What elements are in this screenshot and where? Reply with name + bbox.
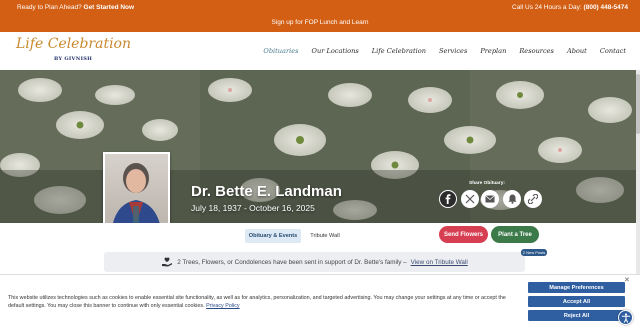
- plan-ahead-text: Ready to Plan Ahead?: [17, 4, 82, 11]
- page-scrollbar[interactable]: [636, 70, 640, 274]
- cookie-notice: This website utilizes technologies such …: [8, 295, 520, 311]
- plant-tree-button[interactable]: Plant a Tree: [491, 226, 539, 243]
- privacy-policy-link[interactable]: Privacy Policy: [206, 303, 240, 309]
- nav-resources[interactable]: Resources: [519, 47, 554, 55]
- new-posts-badge: 2 New Posts: [521, 249, 547, 256]
- send-flowers-button[interactable]: Send Flowers: [439, 226, 488, 243]
- nav-contact[interactable]: Contact: [600, 47, 626, 55]
- dogwood-flowers-image: [0, 70, 640, 223]
- accept-all-button[interactable]: Accept All: [528, 296, 625, 307]
- life-dates: July 18, 1937 - October 16, 2025: [191, 203, 315, 213]
- cookie-text: This website utilizes technologies such …: [8, 295, 506, 309]
- view-tribute-wall-link[interactable]: View on Tribute Wall: [411, 259, 468, 266]
- facebook-icon: [440, 191, 456, 207]
- link-icon: [528, 194, 538, 204]
- hero-background: [0, 70, 640, 223]
- obituary-subnav: Obituary & Events Tribute Wall Send Flow…: [0, 223, 640, 248]
- accessibility-icon: [621, 312, 630, 323]
- top-bar: Ready to Plan Ahead? Get Started Now Cal…: [0, 0, 640, 32]
- email-icon: [485, 195, 495, 203]
- share-label: Share Obituary:: [469, 181, 505, 186]
- nav-preplan[interactable]: Preplan: [480, 47, 506, 55]
- signup-link[interactable]: Sign up for FOP Lunch and Learn: [0, 19, 640, 26]
- email-share-button[interactable]: [481, 190, 499, 208]
- date-separator: -: [243, 203, 247, 213]
- phone-link[interactable]: (800) 448-5474: [584, 4, 628, 11]
- hand-heart-icon: [162, 257, 173, 267]
- link-share-button[interactable]: [524, 190, 542, 208]
- manage-preferences-button[interactable]: Manage Preferences: [528, 282, 625, 293]
- death-date: October 16, 2025: [249, 203, 315, 213]
- main-nav: Obituaries Our Locations Life Celebratio…: [263, 47, 626, 55]
- nav-about[interactable]: About: [567, 47, 587, 55]
- tribute-banner: 2 Trees, Flowers, or Condolences have be…: [104, 252, 525, 272]
- nav-life-celebration[interactable]: Life Celebration: [372, 47, 426, 55]
- nav-obituaries[interactable]: Obituaries: [263, 47, 298, 55]
- scrollbar-thumb[interactable]: [636, 74, 640, 134]
- nav-our-locations[interactable]: Our Locations: [312, 47, 359, 55]
- accessibility-button[interactable]: [618, 310, 633, 325]
- x-icon: [465, 194, 475, 204]
- call-us-text: Call Us 24 Hours a Day:: [512, 4, 582, 11]
- reject-all-button[interactable]: Reject All: [528, 310, 625, 321]
- x-share-button[interactable]: [461, 190, 479, 208]
- plan-ahead: Ready to Plan Ahead? Get Started Now: [17, 4, 134, 11]
- facebook-share-button[interactable]: [439, 190, 457, 208]
- logo-byline: BY GIVNISH: [54, 56, 93, 62]
- nav-services[interactable]: Services: [439, 47, 467, 55]
- birth-date: July 18, 1937: [191, 203, 242, 213]
- tribute-banner-text: 2 Trees, Flowers, or Condolences have be…: [177, 258, 407, 266]
- get-started-link[interactable]: Get Started Now: [84, 4, 135, 11]
- site-logo[interactable]: Life Celebration BY GIVNISH: [16, 35, 131, 65]
- bell-icon: [508, 194, 516, 204]
- notify-button[interactable]: [503, 190, 521, 208]
- tab-obituary-events[interactable]: Obituary & Events: [245, 229, 301, 243]
- site-header: Life Celebration BY GIVNISH Obituaries O…: [0, 32, 640, 70]
- call-us: Call Us 24 Hours a Day: (800) 448-5474: [512, 4, 628, 11]
- deceased-name: Dr. Bette E. Landman: [191, 183, 342, 200]
- tab-tribute-wall[interactable]: Tribute Wall: [306, 229, 344, 243]
- logo-script: Life Celebration: [16, 36, 132, 52]
